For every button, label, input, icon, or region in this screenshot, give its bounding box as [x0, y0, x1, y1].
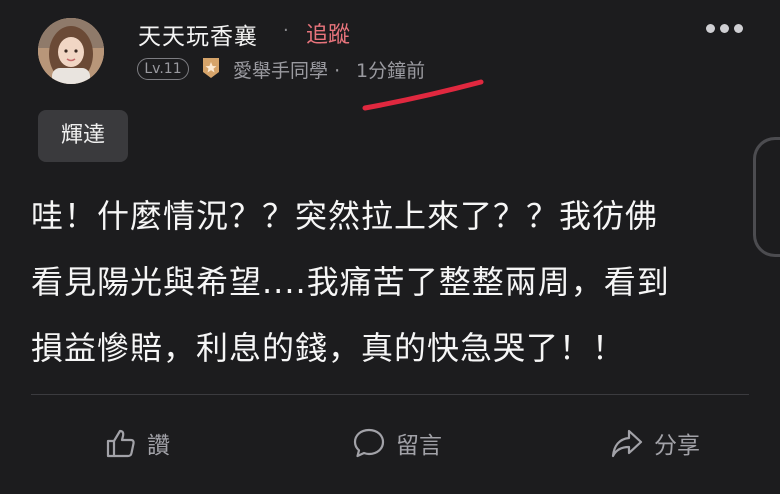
annotation-underline — [362, 79, 484, 111]
comment-button[interactable]: 留言 — [352, 423, 442, 463]
post-line: 哇！什麼情況？？突然拉上來了？？我彷佛 — [31, 197, 659, 235]
time-separator: · — [334, 60, 341, 82]
group-label: 愛舉手同學 — [233, 60, 329, 82]
topic-tag[interactable]: 輝達 — [38, 110, 128, 162]
badge-icon — [203, 58, 219, 78]
group-name[interactable]: 愛舉手同學 · — [233, 56, 340, 83]
share-label: 分享 — [654, 433, 700, 459]
follow-button[interactable]: 追蹤 — [306, 17, 350, 49]
level-badge: Lv.11 — [137, 58, 189, 80]
name-separator: · — [283, 20, 289, 41]
comment-label: 留言 — [396, 433, 442, 459]
avatar[interactable] — [38, 18, 104, 84]
author-name[interactable]: 天天玩香襄 — [138, 17, 258, 51]
thumbs-up-icon — [106, 429, 135, 458]
avatar-image — [38, 18, 104, 84]
comment-bubble-icon — [353, 428, 385, 458]
post-line: 看見陽光與希望....我痛苦了整整兩周，看到 — [31, 263, 670, 301]
like-label: 讚 — [147, 433, 170, 459]
post-body: 哇！什麼情況？？突然拉上來了？？我彷佛 看見陽光與希望....我痛苦了整整兩周，… — [31, 183, 766, 381]
like-button[interactable]: 讚 — [105, 423, 170, 463]
divider — [31, 394, 749, 395]
share-button[interactable]: 分享 — [610, 423, 700, 463]
more-dots-icon[interactable] — [706, 20, 746, 36]
post-line: 損益慘賠，利息的錢，真的快急哭了！！ — [31, 329, 626, 367]
share-arrow-icon — [611, 429, 643, 458]
